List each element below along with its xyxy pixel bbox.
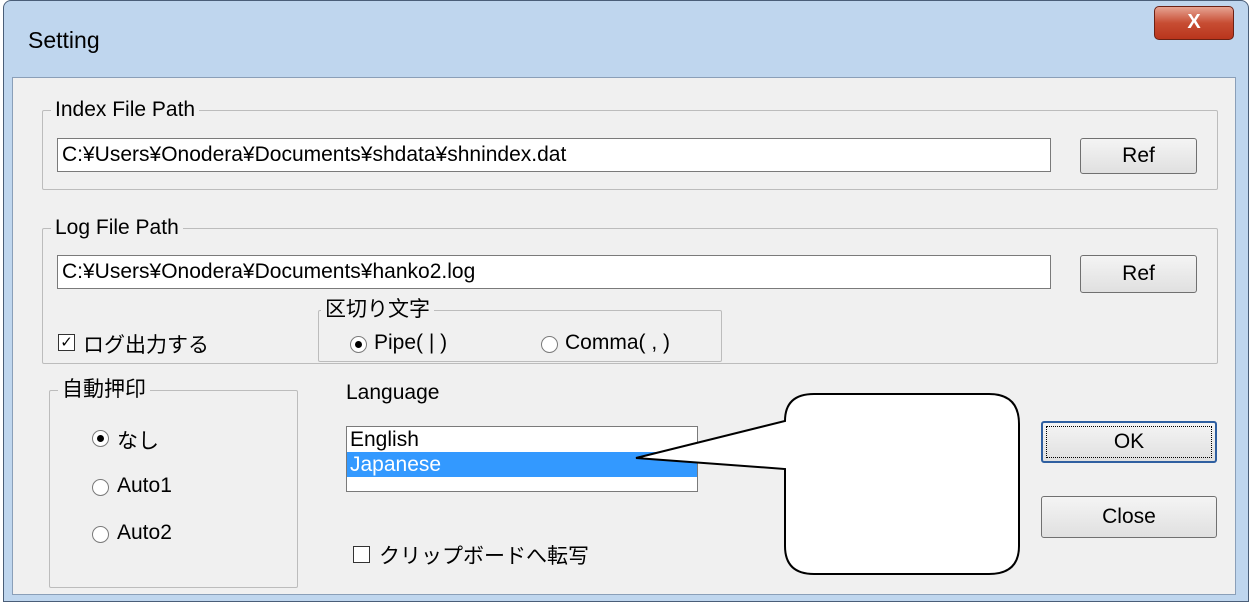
callout-bubble [635,393,1020,575]
settings-window: Setting X Index File Path C:¥Users¥Onode… [3,0,1249,602]
